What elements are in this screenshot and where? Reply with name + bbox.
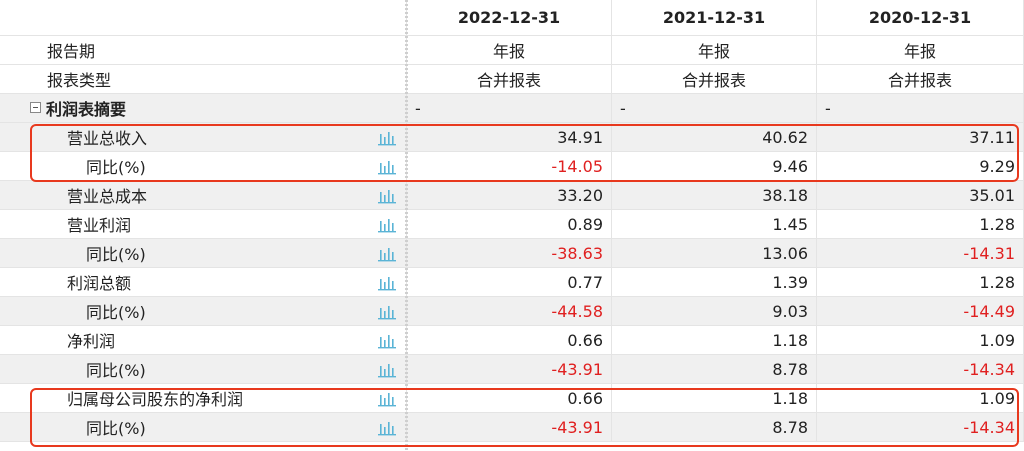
cell-value: 0.66 xyxy=(407,384,612,413)
cell-value: -38.63 xyxy=(407,239,612,268)
bar-chart-icon[interactable] xyxy=(377,186,397,204)
row-label: 同比(%) xyxy=(0,152,407,181)
row-label-text: 同比(%) xyxy=(86,419,146,438)
column-divider[interactable] xyxy=(405,0,408,451)
cell-value: 合并报表 xyxy=(407,65,612,94)
row-label: 同比(%) xyxy=(0,239,407,268)
cell-value: 8.78 xyxy=(612,413,817,442)
bar-chart-icon[interactable] xyxy=(377,331,397,349)
row-label-text: 营业总收入 xyxy=(67,129,148,148)
row-label-text: 同比(%) xyxy=(86,303,146,322)
cell-value: -14.49 xyxy=(817,297,1024,326)
cell-value: 合并报表 xyxy=(612,65,817,94)
cell-value: 38.18 xyxy=(612,181,817,210)
bar-chart-icon[interactable] xyxy=(377,215,397,233)
row-label: 同比(%) xyxy=(0,297,407,326)
cell-value: 年报 xyxy=(612,36,817,65)
cell-value: 1.18 xyxy=(612,384,817,413)
cell-value: 合并报表 xyxy=(817,65,1024,94)
cell-value: 37.11 xyxy=(817,123,1024,152)
cell-value: 33.20 xyxy=(407,181,612,210)
cell-value: 34.91 xyxy=(407,123,612,152)
cell-value: 40.62 xyxy=(612,123,817,152)
header-date-2021[interactable]: 2021-12-31 xyxy=(612,0,817,36)
cell-value: 1.39 xyxy=(612,268,817,297)
cell-value: 0.66 xyxy=(407,326,612,355)
cell-value: 9.29 xyxy=(817,152,1024,181)
row-label: 归属母公司股东的净利润 xyxy=(0,384,407,413)
row-label: 报告期 xyxy=(0,36,407,65)
bar-chart-icon[interactable] xyxy=(377,157,397,175)
header-date-2020[interactable]: 2020-12-31 xyxy=(817,0,1024,36)
row-label: 同比(%) xyxy=(0,355,407,384)
cell-value: -44.58 xyxy=(407,297,612,326)
cell-value: -14.34 xyxy=(817,413,1024,442)
bar-chart-icon[interactable] xyxy=(377,273,397,291)
cell-value: 1.09 xyxy=(817,326,1024,355)
bar-chart-icon[interactable] xyxy=(377,418,397,436)
cell-value: 13.06 xyxy=(612,239,817,268)
bar-chart-icon[interactable] xyxy=(377,302,397,320)
bar-chart-icon[interactable] xyxy=(377,128,397,146)
row-label: 营业总成本 xyxy=(0,181,407,210)
cell-value: -43.91 xyxy=(407,413,612,442)
cell-value: 年报 xyxy=(817,36,1024,65)
cell-value: - xyxy=(817,94,1024,123)
cell-value: 1.28 xyxy=(817,268,1024,297)
cell-value: 0.77 xyxy=(407,268,612,297)
section-title: 利润表摘要 xyxy=(46,100,127,119)
bar-chart-icon[interactable] xyxy=(377,244,397,262)
row-label: 营业利润 xyxy=(0,210,407,239)
cell-value: 9.03 xyxy=(612,297,817,326)
row-label-text: 同比(%) xyxy=(86,158,146,177)
cell-value: - xyxy=(612,94,817,123)
cell-value: 35.01 xyxy=(817,181,1024,210)
row-label: 营业总收入 xyxy=(0,123,407,152)
cell-value: 8.78 xyxy=(612,355,817,384)
cell-value: 1.18 xyxy=(612,326,817,355)
collapse-minus-icon[interactable] xyxy=(30,102,41,113)
row-label-text: 同比(%) xyxy=(86,361,146,380)
bar-chart-icon[interactable] xyxy=(377,389,397,407)
cell-value: 0.89 xyxy=(407,210,612,239)
cell-value: 9.46 xyxy=(612,152,817,181)
row-label-text: 营业利润 xyxy=(67,216,132,235)
row-label-text: 净利润 xyxy=(67,332,116,351)
row-label-text: 归属母公司股东的净利润 xyxy=(67,390,244,409)
cell-value: - xyxy=(407,94,612,123)
row-label-text: 利润总额 xyxy=(67,274,132,293)
row-label: 净利润 xyxy=(0,326,407,355)
header-date-2022[interactable]: 2022-12-31 xyxy=(407,0,612,36)
row-label-text: 营业总成本 xyxy=(67,187,148,206)
row-label: 报表类型 xyxy=(0,65,407,94)
cell-value: 年报 xyxy=(407,36,612,65)
bar-chart-icon[interactable] xyxy=(377,360,397,378)
row-label-text: 同比(%) xyxy=(86,245,146,264)
cell-value: 1.45 xyxy=(612,210,817,239)
cell-value: 1.28 xyxy=(817,210,1024,239)
financial-table: 2022-12-31 2021-12-31 2020-12-31 报告期 年报 … xyxy=(0,0,1024,442)
row-label: 利润总额 xyxy=(0,268,407,297)
cell-value: -14.31 xyxy=(817,239,1024,268)
row-label: 同比(%) xyxy=(0,413,407,442)
cell-value: -14.34 xyxy=(817,355,1024,384)
cell-value: -14.05 xyxy=(407,152,612,181)
header-label-cell xyxy=(0,0,407,36)
cell-value: 1.09 xyxy=(817,384,1024,413)
cell-value: -43.91 xyxy=(407,355,612,384)
section-label-cell[interactable]: 利润表摘要 xyxy=(0,94,407,123)
